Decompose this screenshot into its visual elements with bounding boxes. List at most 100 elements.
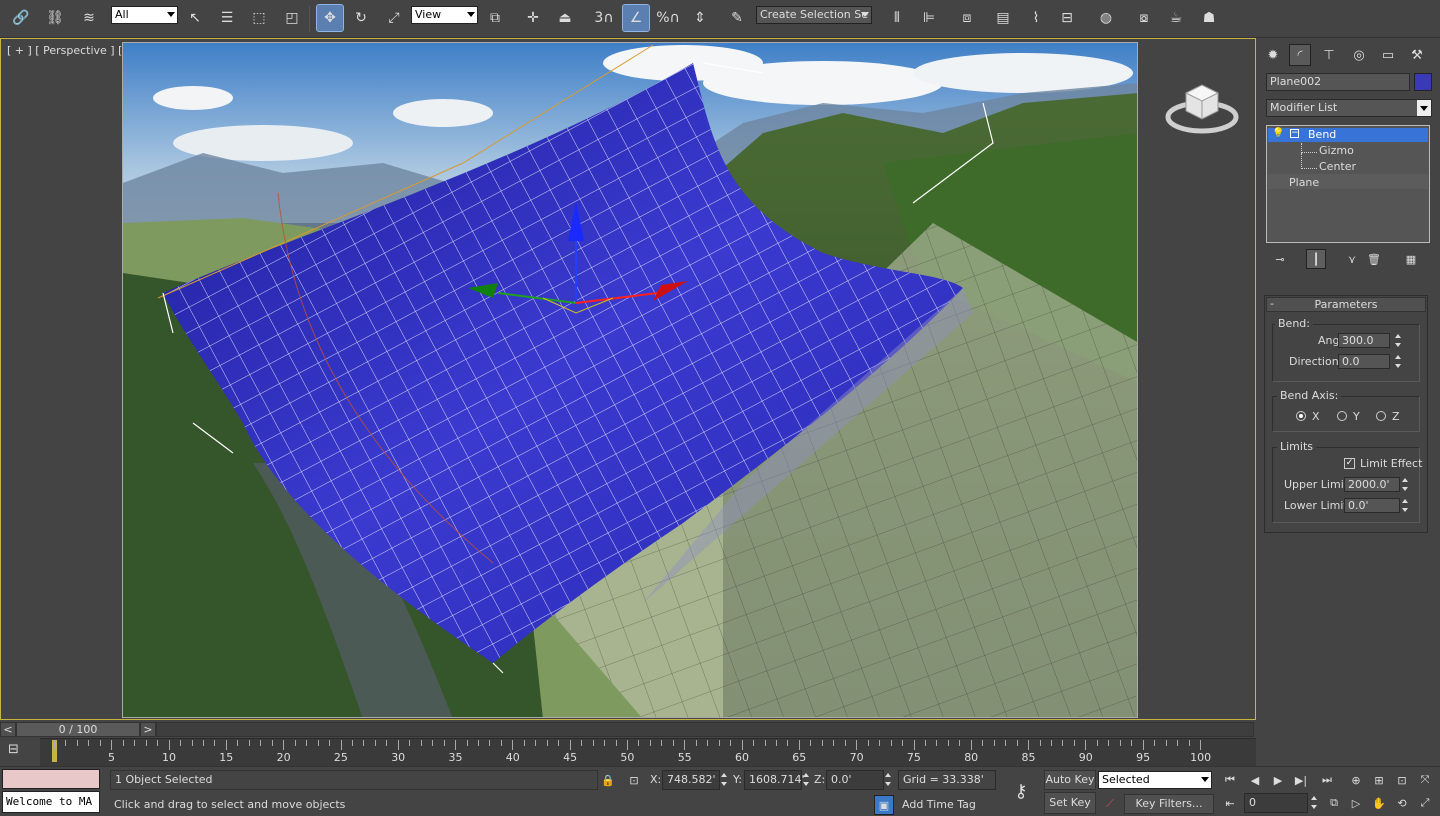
select-and-rotate-icon[interactable]: ↻ bbox=[348, 5, 374, 31]
direction-input[interactable]: 0.0 bbox=[1338, 354, 1390, 369]
default-in-out-tangent-icon[interactable]: ⟋ bbox=[1100, 794, 1120, 814]
angle-snap-icon[interactable]: ∠ bbox=[622, 4, 650, 32]
time-tag-icon[interactable]: ▣ bbox=[874, 795, 894, 815]
object-name-field[interactable]: Plane002 bbox=[1266, 73, 1410, 91]
zoom-extents-all-icon[interactable]: ⤧ bbox=[1415, 770, 1435, 790]
display-tab-icon[interactable]: ▭ bbox=[1377, 44, 1399, 66]
field-of-view-icon[interactable]: ▷ bbox=[1346, 793, 1366, 813]
select-and-scale-icon[interactable]: ⤢ bbox=[381, 5, 407, 31]
remove-modifier-icon[interactable]: 🗑 bbox=[1364, 249, 1384, 269]
window-crossing-icon[interactable]: ◰ bbox=[279, 5, 305, 31]
set-keys-key-icon[interactable]: ⚷ bbox=[1006, 777, 1036, 805]
key-mode-dropdown[interactable]: Selected bbox=[1098, 771, 1212, 789]
viewport-scene[interactable] bbox=[122, 42, 1138, 718]
maxscript-mini-listener[interactable]: Welcome to MA bbox=[2, 791, 100, 813]
utilities-tab-icon[interactable]: ⚒ bbox=[1406, 44, 1428, 66]
time-slider-next[interactable]: > bbox=[140, 722, 156, 737]
select-and-link-icon[interactable]: 🔗 bbox=[8, 5, 34, 31]
x-coordinate-field[interactable]: 748.582' bbox=[662, 770, 720, 790]
select-by-name-icon[interactable]: ☰ bbox=[214, 5, 240, 31]
time-slider-prev[interactable]: < bbox=[0, 722, 16, 737]
pin-stack-icon[interactable]: ⊸ bbox=[1270, 249, 1290, 269]
direction-spinner[interactable] bbox=[1394, 353, 1403, 370]
upper-limit-input[interactable]: 2000.0' bbox=[1344, 477, 1400, 492]
time-configuration-icon[interactable]: ⧉ bbox=[1324, 793, 1344, 813]
layer-manager-icon[interactable]: ⧈ bbox=[954, 5, 980, 31]
axis-z-radio[interactable] bbox=[1376, 411, 1386, 421]
edit-named-selection-icon[interactable]: ✎ bbox=[724, 5, 750, 31]
pan-view-icon[interactable]: ✋ bbox=[1369, 793, 1389, 813]
schematic-view-icon[interactable]: ⊟ bbox=[1054, 5, 1080, 31]
rectangular-selection-icon[interactable]: ⬚ bbox=[246, 5, 272, 31]
make-unique-icon[interactable]: ⋎ bbox=[1342, 249, 1362, 269]
key-filters-button[interactable]: Key Filters... bbox=[1124, 794, 1214, 814]
angle-spinner[interactable] bbox=[1394, 332, 1403, 349]
limit-effect-checkbox[interactable]: ✓ bbox=[1344, 458, 1355, 469]
align-icon[interactable]: ⊫ bbox=[916, 5, 942, 31]
select-object-icon[interactable]: ↖ bbox=[182, 5, 208, 31]
z-spinner[interactable] bbox=[884, 771, 893, 788]
configure-modifier-sets-icon[interactable]: ▦ bbox=[1401, 249, 1421, 269]
absolute-offset-toggle-icon[interactable]: ⊡ bbox=[624, 770, 644, 790]
bulb-icon[interactable]: 💡 bbox=[1272, 128, 1284, 139]
material-editor-icon[interactable]: ◍ bbox=[1093, 5, 1119, 31]
select-and-move-icon[interactable]: ✥ bbox=[316, 4, 344, 32]
object-color-swatch[interactable] bbox=[1414, 73, 1432, 91]
upper-limit-spinner[interactable] bbox=[1401, 476, 1410, 493]
axis-x-radio[interactable] bbox=[1296, 411, 1306, 421]
selection-filter-dropdown[interactable]: All bbox=[111, 6, 178, 24]
rendered-frame-window-icon[interactable]: ☕ bbox=[1163, 5, 1189, 31]
graphite-modeling-icon[interactable]: ▤ bbox=[990, 5, 1016, 31]
maxscript-listener-pink[interactable] bbox=[2, 769, 100, 789]
unlink-selection-icon[interactable]: ⛓ bbox=[42, 5, 68, 31]
add-time-tag-button[interactable]: Add Time Tag bbox=[902, 798, 976, 811]
track-bar[interactable]: ⊟ 5 10 15 20 25 30 35 40 45 50 55 60 65 70 75 80 85 90 95 1… bbox=[0, 738, 1256, 766]
hierarchy-tab-icon[interactable]: ⊤ bbox=[1318, 44, 1340, 66]
viewcube[interactable] bbox=[1164, 73, 1240, 135]
reference-coordinate-dropdown[interactable]: View bbox=[411, 6, 478, 24]
snaps-toggle-icon[interactable]: 3 ∩ bbox=[591, 5, 617, 31]
modify-tab-icon[interactable]: ◜ bbox=[1289, 44, 1311, 66]
collapse-icon[interactable]: − bbox=[1290, 129, 1299, 138]
maximize-viewport-icon[interactable]: ⤢ bbox=[1415, 793, 1435, 813]
create-tab-icon[interactable]: ✹ bbox=[1262, 44, 1284, 66]
keyboard-shortcut-override-icon[interactable]: ⏏ bbox=[552, 5, 578, 31]
zoom-all-icon[interactable]: ⊞ bbox=[1369, 770, 1389, 790]
orbit-icon[interactable]: ⟲ bbox=[1392, 793, 1412, 813]
stack-item-bend[interactable]: 💡 − Bend bbox=[1268, 128, 1428, 142]
lock-selection-icon[interactable]: 🔒 bbox=[598, 770, 618, 790]
time-slider-thumb[interactable]: 0 / 100 bbox=[16, 722, 140, 737]
curve-editor-icon[interactable]: ⌇ bbox=[1023, 5, 1049, 31]
render-production-icon[interactable]: ☗ bbox=[1196, 5, 1222, 31]
zoom-icon[interactable]: ⊕ bbox=[1346, 770, 1366, 790]
modifier-list-dropdown[interactable]: Modifier List bbox=[1266, 99, 1432, 117]
current-frame-field[interactable]: 0 bbox=[1244, 793, 1308, 813]
modifier-stack[interactable]: 💡 − Bend Gizmo Center Plane bbox=[1266, 125, 1430, 243]
named-selection-dropdown[interactable]: Create Selection Se bbox=[756, 6, 872, 24]
y-coordinate-field[interactable]: 1608.714' bbox=[744, 770, 805, 790]
parameters-rollout-header[interactable]: - Parameters bbox=[1266, 297, 1426, 312]
previous-frame-icon[interactable]: ◀ bbox=[1245, 770, 1265, 790]
motion-tab-icon[interactable]: ◎ bbox=[1348, 44, 1370, 66]
stack-item-gizmo[interactable]: Gizmo bbox=[1319, 144, 1354, 157]
go-to-end-icon[interactable]: ⏭ bbox=[1317, 770, 1337, 790]
stack-item-plane[interactable]: Plane bbox=[1289, 176, 1319, 189]
angle-input[interactable]: 300.0 bbox=[1338, 333, 1390, 348]
spinner-snap-icon[interactable]: ⇕ bbox=[687, 5, 713, 31]
y-spinner[interactable] bbox=[802, 771, 811, 788]
mirror-icon[interactable]: ⫴ bbox=[884, 5, 910, 31]
time-slider[interactable]: < 0 / 100 > bbox=[0, 720, 1256, 738]
stack-item-center[interactable]: Center bbox=[1319, 160, 1356, 173]
set-key-button[interactable]: Set Key bbox=[1044, 792, 1096, 814]
auto-key-button[interactable]: Auto Key bbox=[1044, 770, 1096, 790]
go-to-start-icon[interactable]: ⏮ bbox=[1220, 770, 1240, 790]
render-setup-icon[interactable]: ⧇ bbox=[1131, 5, 1157, 31]
frame-spinner[interactable] bbox=[1310, 794, 1319, 811]
perspective-viewport[interactable]: [ + ] [ Perspective ] [ Realistic + Edge… bbox=[0, 38, 1256, 720]
x-spinner[interactable] bbox=[720, 771, 729, 788]
show-end-result-icon[interactable]: ┃ bbox=[1306, 249, 1326, 269]
zoom-extents-icon[interactable]: ⊡ bbox=[1392, 770, 1412, 790]
mini-curve-editor-icon[interactable]: ⊟ bbox=[8, 742, 32, 760]
lower-limit-spinner[interactable] bbox=[1401, 497, 1410, 514]
z-coordinate-field[interactable]: 0.0' bbox=[826, 770, 884, 790]
